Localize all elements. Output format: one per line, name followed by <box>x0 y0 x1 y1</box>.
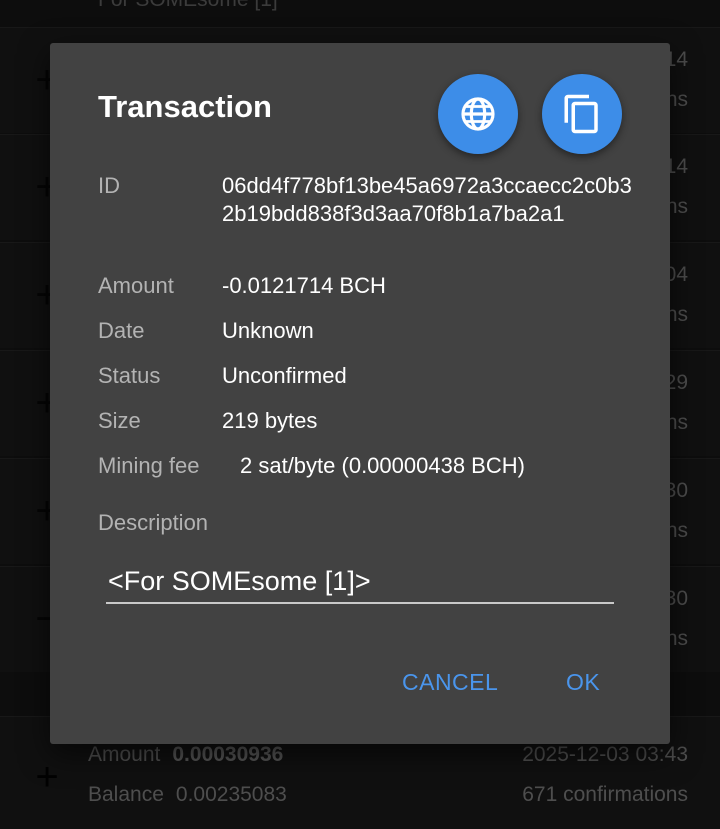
date-value: Unknown <box>222 318 314 343</box>
size-label: Size <box>98 408 141 433</box>
amount-value: -0.0121714 BCH <box>222 273 386 298</box>
status-value: Unconfirmed <box>222 363 347 388</box>
id-value: 06dd4f778bf13be45a6972a3ccaecc2c0b32b19b… <box>222 173 632 226</box>
view-on-web-button[interactable] <box>438 74 518 154</box>
dialog-title: Transaction <box>98 89 272 124</box>
description-label: Description <box>98 510 209 535</box>
mining-fee-value: 2 sat/byte (0.00000438 BCH) <box>240 453 525 478</box>
mining-fee-label: Mining fee <box>98 453 200 478</box>
globe-icon <box>461 97 495 131</box>
id-label: ID <box>98 173 120 198</box>
transaction-dialog: Transaction ID 06dd4f778bf13be45a6972a3c… <box>50 43 670 744</box>
amount-label: Amount <box>98 273 174 298</box>
description-input[interactable] <box>106 560 614 604</box>
ok-button[interactable]: OK <box>566 669 600 696</box>
size-value: 219 bytes <box>222 408 318 433</box>
status-label: Status <box>98 363 161 388</box>
date-label: Date <box>98 318 145 343</box>
copy-button[interactable] <box>542 74 622 154</box>
cancel-button[interactable]: CANCEL <box>402 669 498 696</box>
copy-icon <box>564 94 598 134</box>
